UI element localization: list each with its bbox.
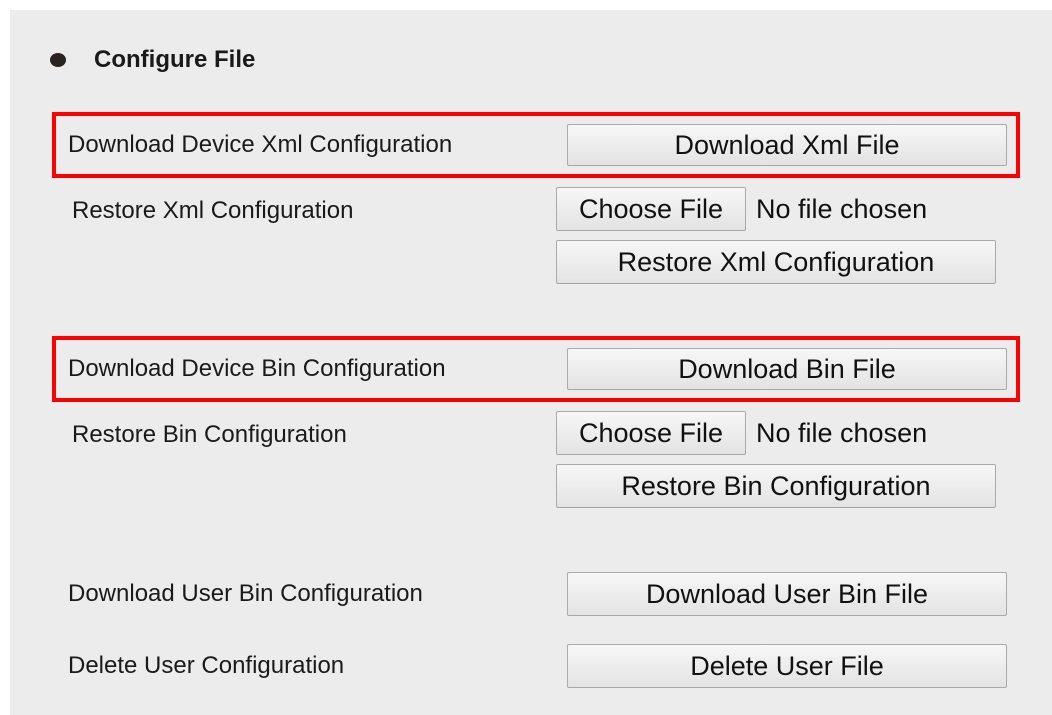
bin-restore-label: Restore Bin Configuration	[72, 421, 347, 448]
download-bin-file-button[interactable]: Download Bin File	[567, 348, 1007, 390]
download-xml-file-button[interactable]: Download Xml File	[567, 124, 1007, 166]
xml-restore-label: Restore Xml Configuration	[72, 197, 354, 224]
xml-file-status: No file chosen	[756, 194, 928, 224]
restore-bin-configuration-button[interactable]: Restore Bin Configuration	[556, 464, 996, 508]
bullet-icon	[50, 53, 66, 67]
delete-user-label: Delete User Configuration	[68, 652, 345, 679]
user-bin-download-label: Download User Bin Configuration	[68, 580, 423, 607]
bin-file-status: No file chosen	[756, 418, 928, 448]
delete-user-file-button[interactable]: Delete User File	[567, 644, 1007, 688]
bin-download-label: Download Device Bin Configuration	[68, 355, 446, 382]
section-title: Configure File	[94, 46, 256, 73]
section-header: Configure File	[50, 44, 255, 76]
download-user-bin-file-button[interactable]: Download User Bin File	[567, 572, 1007, 616]
bin-choose-file-button[interactable]: Choose File	[556, 411, 746, 455]
xml-download-label: Download Device Xml Configuration	[68, 131, 453, 158]
xml-choose-file-button[interactable]: Choose File	[556, 187, 746, 231]
restore-xml-configuration-button[interactable]: Restore Xml Configuration	[556, 240, 996, 284]
